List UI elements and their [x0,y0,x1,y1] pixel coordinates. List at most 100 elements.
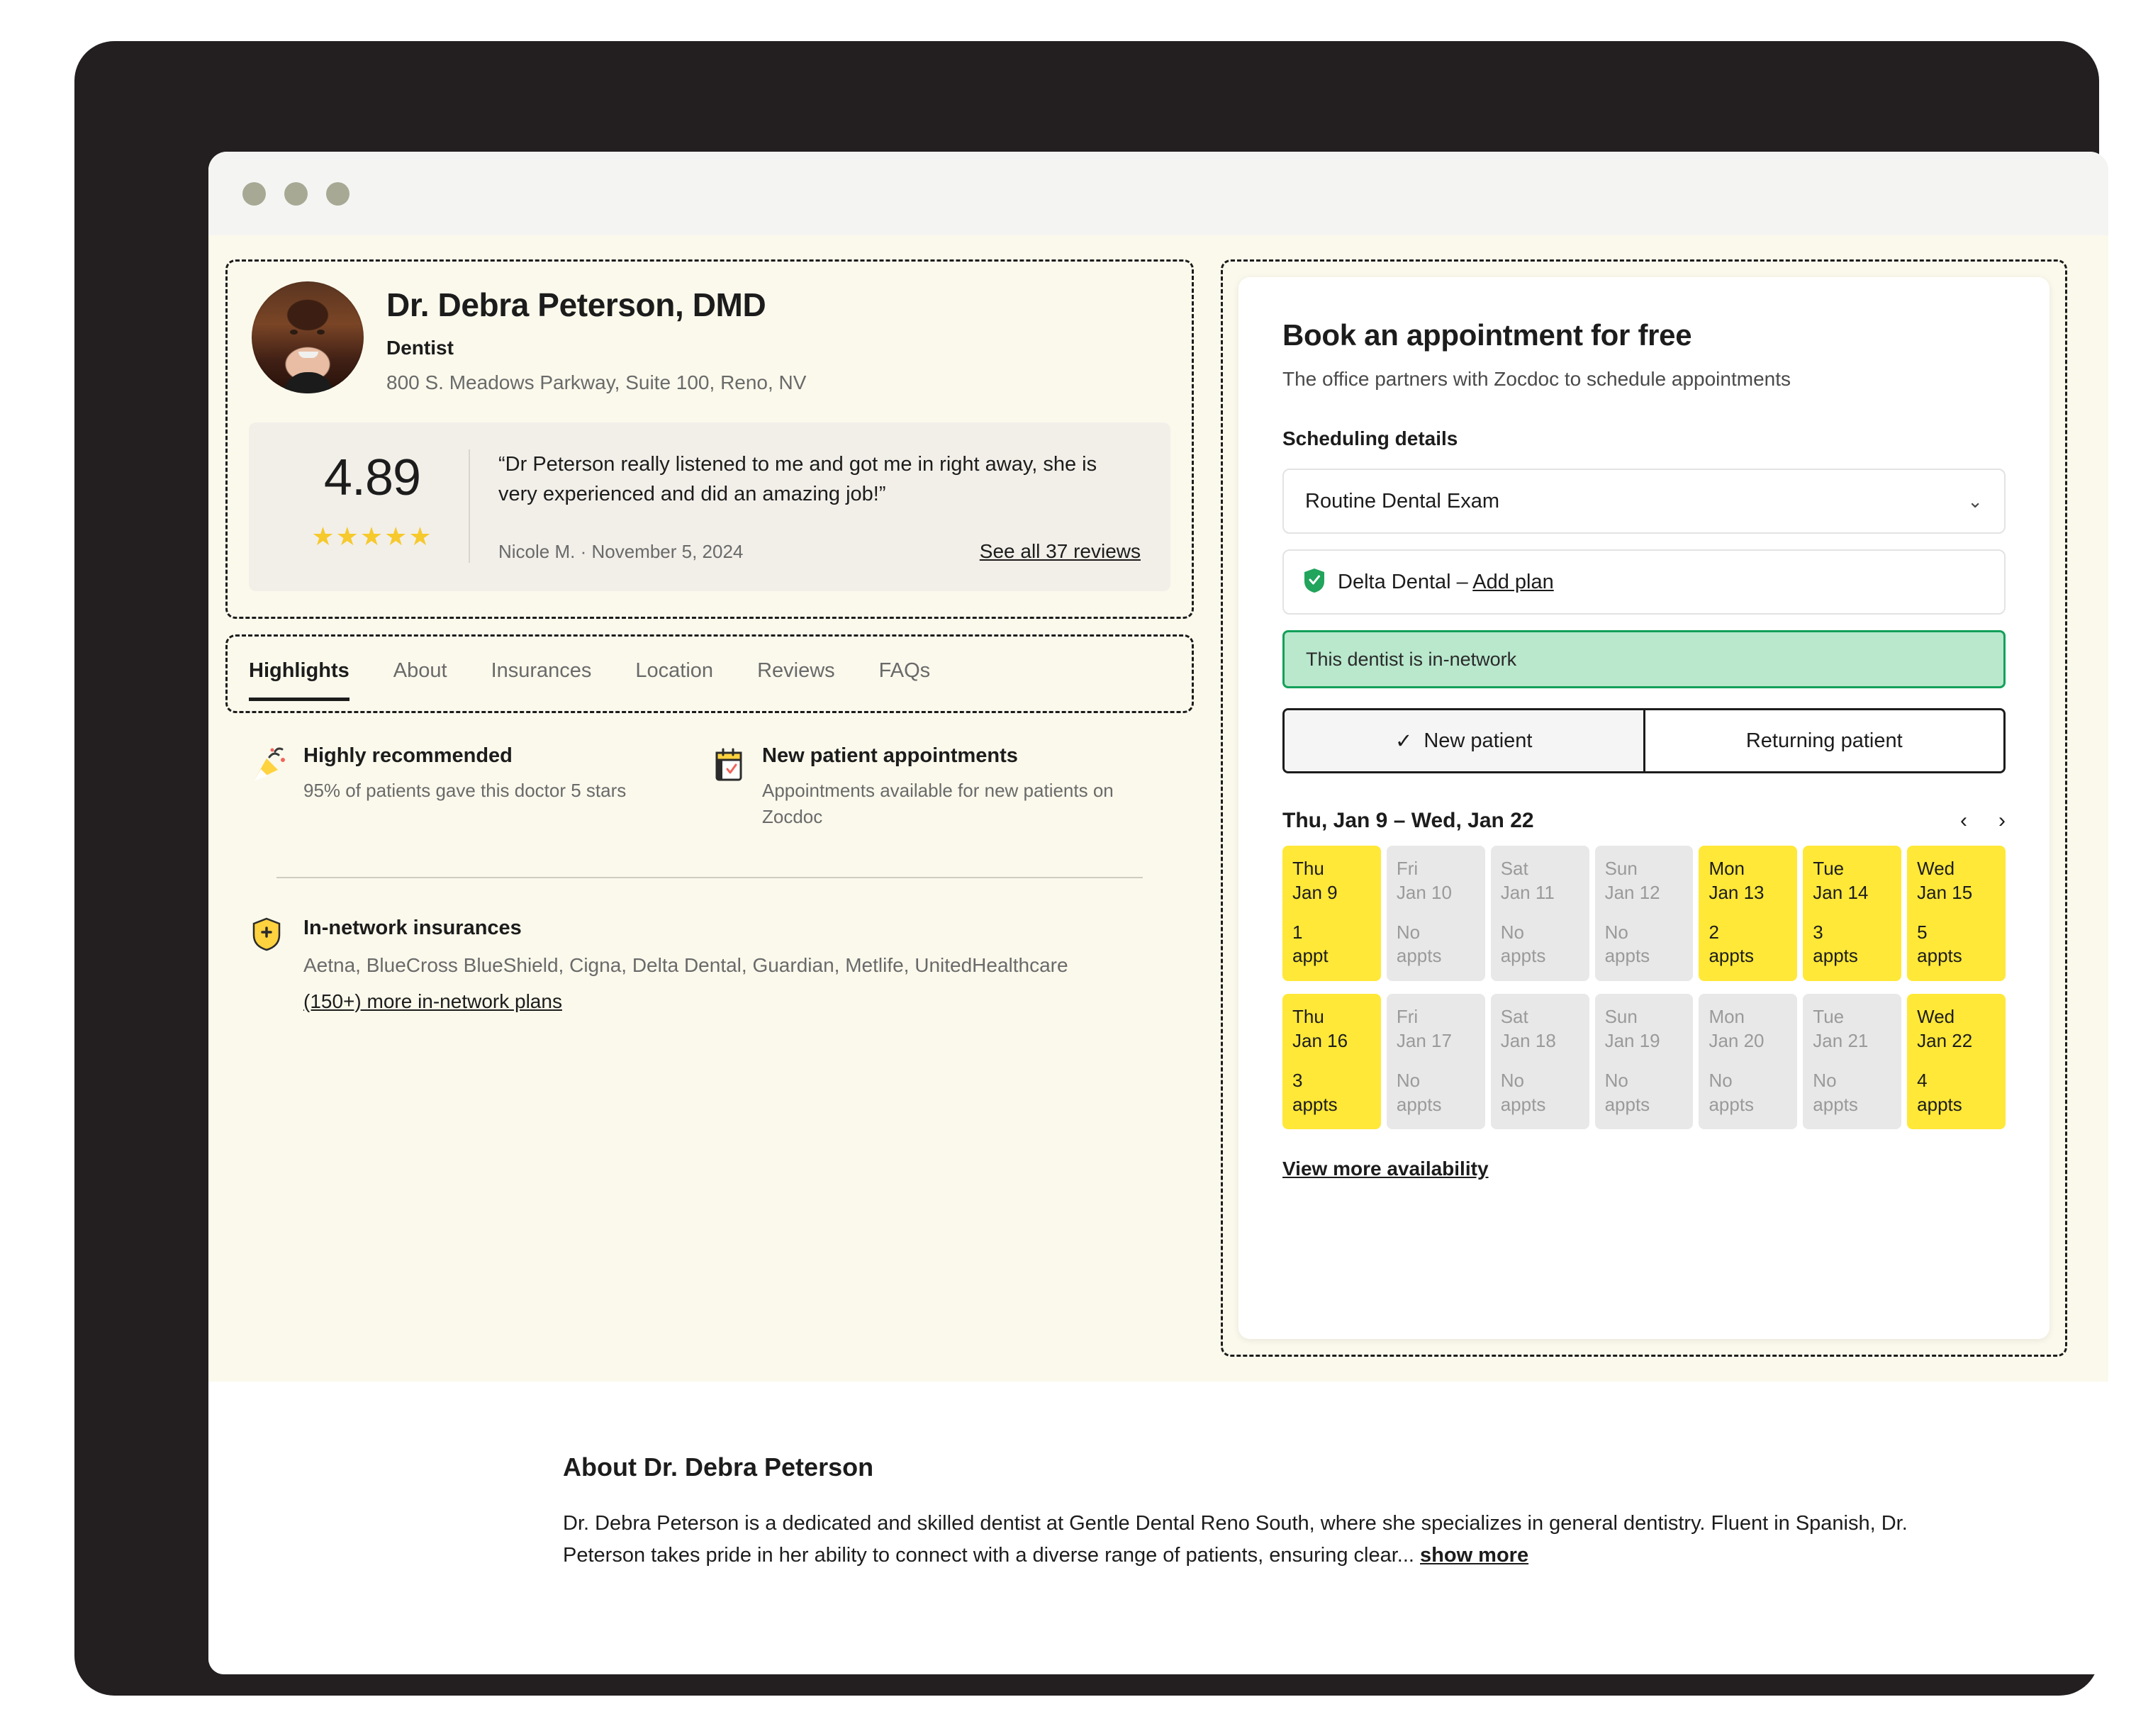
more-in-network-plans-link[interactable]: (150+) more in-network plans [303,990,562,1013]
visit-type-select[interactable]: Routine Dental Exam ⌄ [1282,469,2006,534]
week-range-label: Thu, Jan 9 – Wed, Jan 22 [1282,809,1534,832]
see-all-reviews-link[interactable]: See all 37 reviews [980,540,1141,563]
appt-count: No [1396,1069,1421,1091]
day-of-week: Tue [1813,858,1845,879]
day-of-week: Sun [1604,858,1638,879]
appt-count: 2 [1709,921,1719,943]
party-popper-icon [251,744,289,830]
calendar-day-cell[interactable]: Wed Jan 22 4 appts [1907,994,2006,1130]
calendar-day-cell[interactable]: Tue Jan 14 3 appts [1803,846,1902,982]
star-rating-icon: ★★★★★ [311,522,433,551]
appt-unit: appts [1604,945,1650,967]
profile-card: Dr. Debra Peterson, DMD Dentist 800 S. M… [225,259,1194,620]
appt-count: No [1813,1069,1837,1091]
new-patient-option[interactable]: ✓ New patient [1285,710,1643,771]
highlight-title: Highly recommended [303,744,513,768]
day-date: Jan 21 [1813,1029,1869,1051]
add-plan-link[interactable]: Add plan [1472,571,1554,593]
close-dot[interactable] [242,181,266,206]
calendar-day-cell[interactable]: Wed Jan 15 5 appts [1907,846,2006,982]
appt-count: 3 [1292,1069,1303,1091]
avatar [252,281,364,393]
review-meta-row: Nicole M. · November 5, 2024 See all 37 … [498,540,1141,563]
booking-panel-outline: Book an appointment for free The office … [1221,259,2067,1357]
day-date: Jan 9 [1292,881,1338,903]
day-date: Jan 17 [1396,1029,1452,1051]
about-title: About Dr. Debra Peterson [563,1452,874,1482]
day-of-week: Mon [1709,858,1745,879]
calendar-row: Thu Jan 16 3 appts Fri Jan 17 No appts S… [1282,994,2006,1130]
page-title: Dr. Debra Peterson, DMD [386,286,766,323]
highlight-item: New patient appointments Appointments av… [710,744,1168,830]
tab-reviews[interactable]: Reviews [757,646,835,697]
tab-faqs[interactable]: FAQs [879,646,931,697]
highlight-item: Highly recommended 95% of patients gave … [251,744,710,830]
day-of-week: Fri [1396,1006,1419,1028]
day-date: Jan 20 [1709,1029,1765,1051]
day-date: Jan 12 [1604,881,1660,903]
maximize-dot[interactable] [326,181,349,206]
day-of-week: Sun [1604,1006,1638,1028]
tab-location[interactable]: Location [635,646,713,697]
rating-value: 4.89 [323,449,421,506]
calendar-day-cell[interactable]: Mon Jan 13 2 appts [1699,846,1798,982]
chevron-right-icon[interactable]: › [1998,809,2006,833]
rating-block: 4.89 ★★★★★ [276,449,469,563]
calendar-day-cell: Mon Jan 20 No appts [1699,994,1798,1130]
about-section: About Dr. Debra Peterson Dr. Debra Peter… [208,1382,2108,1572]
insurance-plan-row[interactable]: Delta Dental – Add plan [1282,549,2006,615]
day-of-week: Fri [1396,858,1419,879]
highlight-desc: 95% of patients gave this doctor 5 stars [303,780,627,802]
appt-unit: appts [1813,945,1858,967]
calendar-day-cell[interactable]: Thu Jan 9 1 appt [1282,846,1381,982]
view-more-availability-link[interactable]: View more availability [1282,1158,1489,1180]
appt-unit: appts [1604,1093,1650,1115]
about-body: Dr. Debra Peterson is a dedicated and sk… [563,1508,1981,1572]
tab-about[interactable]: About [393,646,447,697]
tab-insurances[interactable]: Insurances [491,646,592,697]
day-of-week: Tue [1813,1006,1845,1028]
day-of-week: Wed [1917,1006,1955,1028]
day-of-week: Thu [1292,858,1324,879]
about-body-text: Dr. Debra Peterson is a dedicated and sk… [563,1512,1908,1567]
appt-unit: appts [1500,945,1546,967]
appt-unit: appt [1292,945,1329,967]
appt-unit: appts [1396,945,1442,967]
appt-unit: appts [1396,1093,1442,1115]
insurance-title: In-network insurances [303,916,522,939]
highlight-text: New patient appointments Appointments av… [762,744,1140,830]
calendar-day-cell: Sat Jan 18 No appts [1490,994,1589,1130]
appt-unit: appts [1917,945,1962,967]
visit-type-value: Routine Dental Exam [1305,489,1500,513]
featured-review-card: 4.89 ★★★★★ “Dr Peterson really listened … [249,422,1170,592]
calendar-row: Thu Jan 9 1 appt Fri Jan 10 No appts Sat… [1282,846,2006,982]
minimize-dot[interactable] [284,181,308,206]
show-more-link[interactable]: show more [1420,1544,1528,1567]
returning-patient-label: Returning patient [1745,729,1903,752]
day-of-week: Wed [1917,858,1955,879]
in-network-insurances-section: In-network insurances Aetna, BlueCross B… [225,915,1194,1013]
appt-count: 5 [1917,921,1928,943]
day-of-week: Thu [1292,1006,1324,1028]
day-date: Jan 16 [1292,1029,1348,1051]
day-date: Jan 14 [1813,881,1869,903]
day-date: Jan 19 [1604,1029,1660,1051]
review-body: “Dr Peterson really listened to me and g… [469,449,1141,564]
chevron-down-icon: ⌄ [1967,490,1983,512]
calendar-day-cell[interactable]: Thu Jan 16 3 appts [1282,994,1381,1130]
calendar-check-icon [710,744,748,830]
appt-unit: appts [1917,1093,1962,1115]
booking-title: Book an appointment for free [1282,318,1692,352]
day-date: Jan 13 [1709,881,1765,903]
calendar-day-cell: Sun Jan 12 No appts [1594,846,1694,982]
appt-unit: appts [1292,1093,1338,1115]
page-body: Dr. Debra Peterson, DMD Dentist 800 S. M… [208,235,2108,1674]
appt-count: 3 [1813,921,1823,943]
appt-count: No [1500,921,1524,943]
chevron-left-icon[interactable]: ‹ [1960,809,1967,833]
device-frame: Dr. Debra Peterson, DMD Dentist 800 S. M… [74,41,2108,1696]
profile-text-block: Dr. Debra Peterson, DMD Dentist 800 S. M… [386,281,806,394]
returning-patient-option[interactable]: Returning patient [1643,710,2003,771]
day-date: Jan 22 [1917,1029,1973,1051]
tab-highlights[interactable]: Highlights [249,646,349,702]
